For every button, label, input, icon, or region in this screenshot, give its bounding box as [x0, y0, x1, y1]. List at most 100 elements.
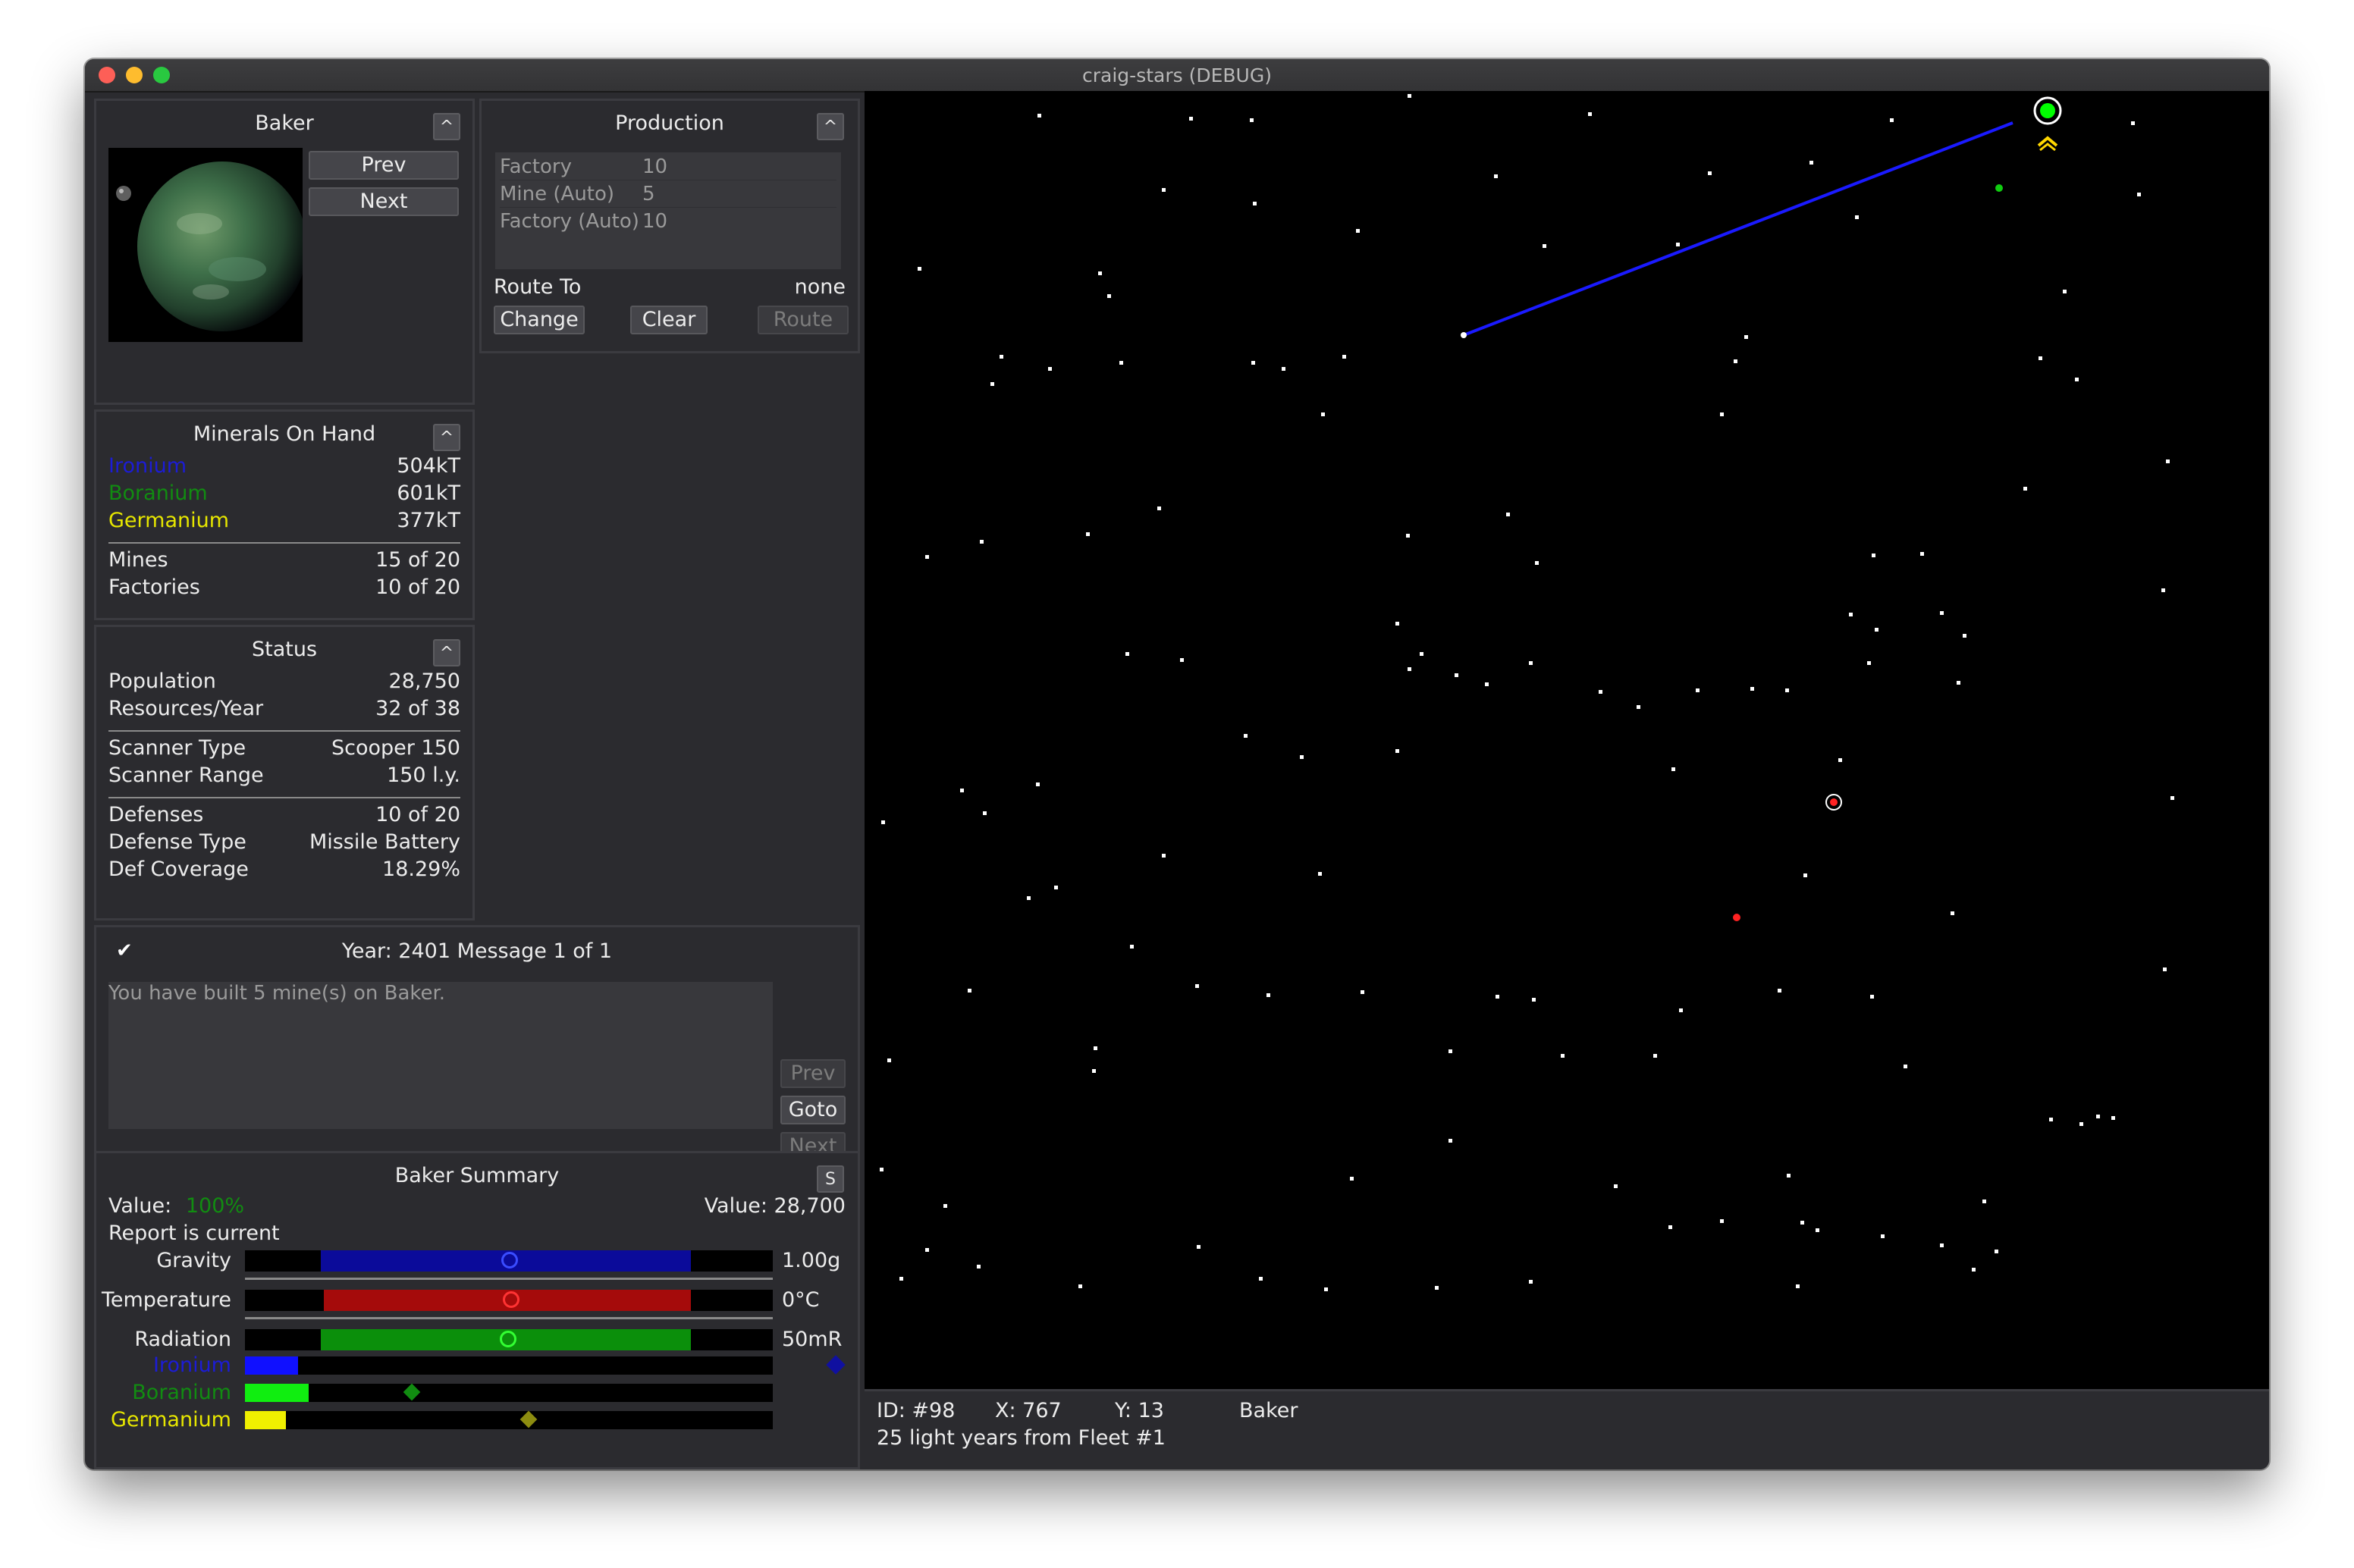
- star[interactable]: [1875, 628, 1878, 632]
- star[interactable]: [1324, 1287, 1328, 1291]
- star[interactable]: [1361, 990, 1364, 994]
- star[interactable]: [880, 1168, 884, 1171]
- star[interactable]: [2096, 1115, 2100, 1118]
- route-button[interactable]: Route: [758, 306, 849, 334]
- star[interactable]: [1259, 1277, 1263, 1281]
- star[interactable]: [1435, 1286, 1439, 1290]
- star[interactable]: [1561, 1054, 1565, 1058]
- star[interactable]: [1653, 1054, 1657, 1058]
- star[interactable]: [2049, 1118, 2053, 1121]
- star[interactable]: [1448, 1049, 1452, 1053]
- production-queue[interactable]: Factory 10 Mine (Auto) 5 Factory (Auto) …: [495, 152, 841, 269]
- star[interactable]: [1734, 359, 1737, 363]
- star[interactable]: [1244, 734, 1248, 738]
- star[interactable]: [1350, 1177, 1354, 1181]
- star[interactable]: [1668, 1225, 1672, 1229]
- star[interactable]: [1588, 112, 1592, 116]
- star[interactable]: [2111, 1116, 2115, 1120]
- planet-next-button[interactable]: Next: [309, 187, 459, 216]
- star[interactable]: [1803, 873, 1807, 877]
- clear-route-button[interactable]: Clear: [630, 306, 708, 334]
- star[interactable]: [1318, 872, 1322, 876]
- queue-item[interactable]: Mine (Auto) 5: [500, 181, 836, 208]
- message-goto-button[interactable]: Goto: [780, 1096, 846, 1124]
- star[interactable]: [1253, 202, 1257, 205]
- queue-item[interactable]: Factory (Auto) 10: [500, 209, 836, 234]
- star[interactable]: [1870, 995, 1874, 999]
- star[interactable]: [1321, 412, 1325, 416]
- star[interactable]: [1957, 681, 1960, 685]
- star[interactable]: [2079, 1122, 2083, 1126]
- star[interactable]: [1180, 658, 1184, 662]
- star[interactable]: [1094, 1046, 1097, 1050]
- message-prev-button[interactable]: Prev: [780, 1059, 846, 1088]
- star[interactable]: [1867, 661, 1871, 665]
- star[interactable]: [1189, 117, 1193, 121]
- star[interactable]: [1637, 705, 1640, 709]
- star[interactable]: [2161, 588, 2165, 592]
- star[interactable]: [1119, 361, 1123, 365]
- star[interactable]: [1195, 984, 1199, 988]
- star[interactable]: [1535, 561, 1539, 565]
- star[interactable]: [1408, 94, 1411, 98]
- star[interactable]: [1300, 755, 1304, 759]
- star[interactable]: [1455, 673, 1458, 677]
- star[interactable]: [1130, 945, 1134, 949]
- star[interactable]: [2075, 378, 2079, 381]
- star[interactable]: [1809, 161, 1813, 165]
- star[interactable]: [1098, 271, 1102, 275]
- production-collapse-button[interactable]: ^: [817, 113, 844, 140]
- star[interactable]: [1785, 688, 1789, 692]
- star[interactable]: [1250, 118, 1254, 122]
- star[interactable]: [1092, 1069, 1096, 1073]
- minerals-collapse-button[interactable]: ^: [433, 424, 460, 451]
- star[interactable]: [1342, 355, 1346, 359]
- star[interactable]: [1679, 1008, 1683, 1012]
- star[interactable]: [1529, 661, 1533, 665]
- star[interactable]: [943, 1204, 947, 1208]
- star[interactable]: [1787, 1174, 1791, 1178]
- star[interactable]: [1054, 886, 1058, 889]
- star-map[interactable]: [865, 91, 2269, 1389]
- star[interactable]: [1816, 1228, 1819, 1232]
- star[interactable]: [1676, 243, 1680, 246]
- star[interactable]: [1125, 652, 1129, 656]
- star[interactable]: [1408, 667, 1411, 671]
- star[interactable]: [2137, 193, 2141, 196]
- star[interactable]: [1778, 989, 1781, 993]
- star[interactable]: [1395, 622, 1399, 626]
- star[interactable]: [2166, 459, 2170, 463]
- star[interactable]: [1972, 1268, 1976, 1272]
- star[interactable]: [1995, 1250, 1998, 1253]
- star[interactable]: [1506, 513, 1510, 516]
- star[interactable]: [2163, 967, 2167, 971]
- star[interactable]: [1197, 1245, 1201, 1249]
- star[interactable]: [1395, 749, 1399, 753]
- star[interactable]: [977, 1265, 981, 1269]
- star[interactable]: [887, 1058, 891, 1062]
- star[interactable]: [1529, 1280, 1533, 1284]
- star[interactable]: [1496, 995, 1499, 999]
- planet-prev-button[interactable]: Prev: [309, 151, 459, 180]
- star[interactable]: [1940, 1243, 1944, 1247]
- status-collapse-button[interactable]: ^: [433, 639, 460, 666]
- star[interactable]: [1671, 767, 1675, 771]
- star[interactable]: [1036, 782, 1040, 786]
- star[interactable]: [1107, 294, 1111, 298]
- star[interactable]: [1543, 244, 1546, 248]
- star[interactable]: [881, 820, 885, 824]
- star[interactable]: [1037, 114, 1041, 118]
- star[interactable]: [1890, 118, 1894, 122]
- star[interactable]: [1494, 174, 1498, 178]
- star[interactable]: [1086, 532, 1090, 536]
- star[interactable]: [1448, 1139, 1452, 1143]
- star[interactable]: [1048, 367, 1052, 371]
- star[interactable]: [1800, 1221, 1804, 1225]
- star[interactable]: [1963, 634, 1966, 638]
- star[interactable]: [1162, 854, 1166, 858]
- star[interactable]: [960, 789, 964, 792]
- star[interactable]: [1696, 688, 1700, 692]
- star[interactable]: [980, 540, 984, 544]
- star[interactable]: [1162, 188, 1166, 192]
- star[interactable]: [1614, 1184, 1618, 1188]
